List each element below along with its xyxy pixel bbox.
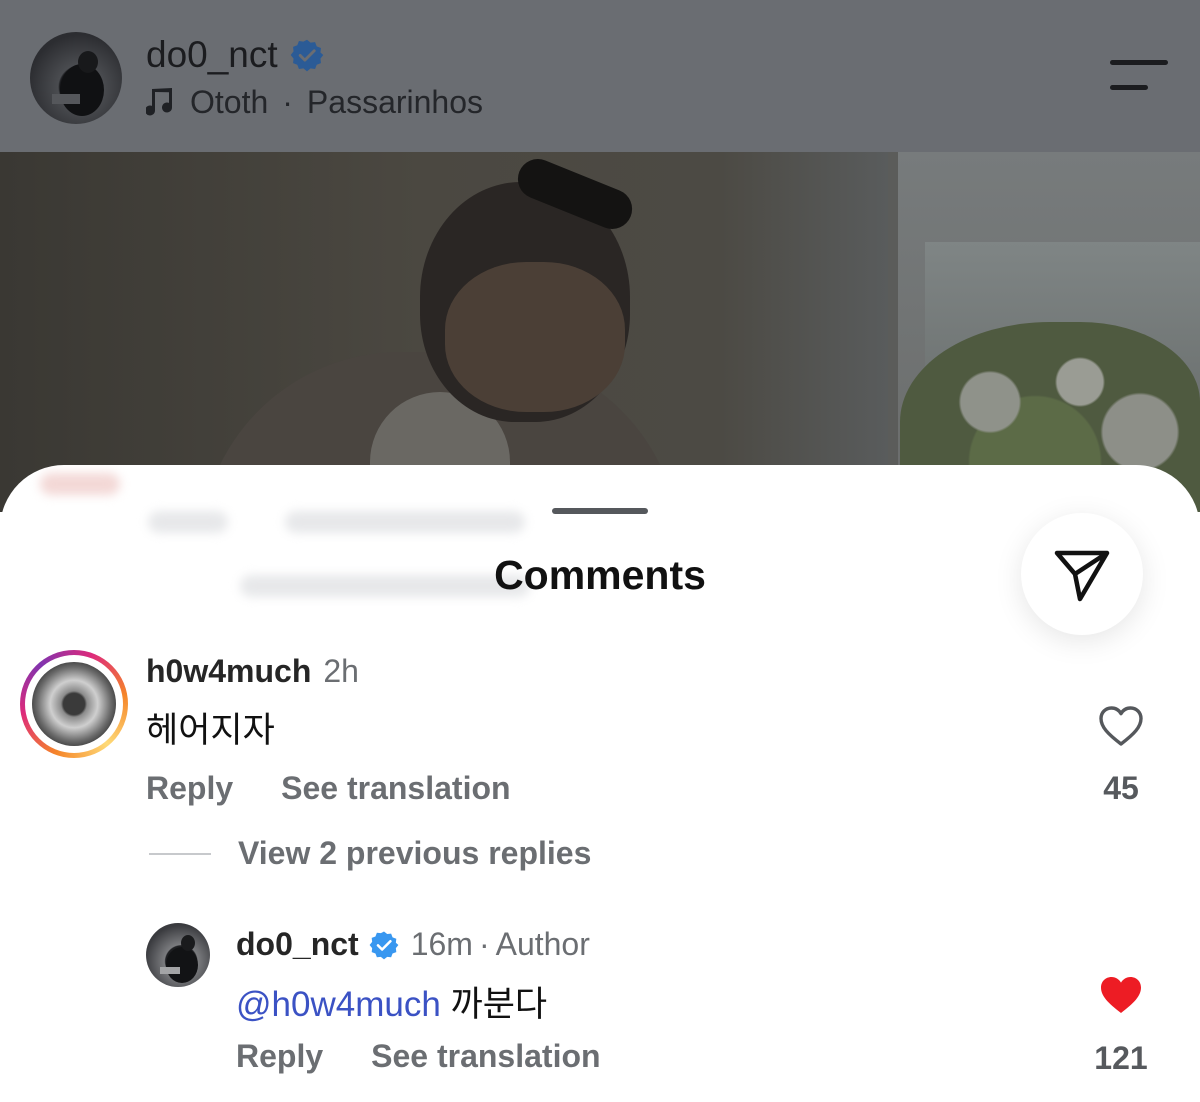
sheet-title: Comments bbox=[494, 552, 706, 598]
heart-outline-icon[interactable] bbox=[1098, 705, 1144, 747]
music-info[interactable]: Ototh · Passarinhos bbox=[146, 84, 483, 121]
reply-text: @h0w4much 까분다 bbox=[236, 976, 547, 1027]
post-header: do0_nct Ototh · Passarinhos bbox=[0, 0, 1200, 152]
music-note-icon bbox=[146, 87, 172, 115]
share-button[interactable] bbox=[1021, 513, 1143, 635]
reply-see-translation-button[interactable]: See translation bbox=[371, 1038, 600, 1075]
reply-username-row: do0_nct 16m · Author bbox=[236, 926, 590, 963]
menu-icon[interactable] bbox=[1110, 60, 1168, 90]
commenter-avatar[interactable] bbox=[20, 650, 128, 758]
reply-like-count: 121 bbox=[1094, 1040, 1148, 1076]
blurred-content bbox=[40, 473, 120, 495]
verified-badge-icon bbox=[290, 39, 323, 72]
post-photo bbox=[0, 152, 1200, 512]
replies-divider bbox=[149, 853, 211, 855]
music-separator: · bbox=[282, 84, 293, 120]
see-translation-button[interactable]: See translation bbox=[281, 770, 510, 807]
commenter-avatar-image bbox=[32, 662, 116, 746]
music-artist: Ototh bbox=[190, 84, 269, 120]
comment-text: 헤어지자 bbox=[146, 711, 275, 750]
person-hand bbox=[445, 262, 625, 412]
reply-username[interactable]: do0_nct bbox=[236, 926, 359, 963]
share-send-icon bbox=[1054, 550, 1110, 602]
like-count: 45 bbox=[1103, 770, 1139, 806]
comment-time: 2h bbox=[323, 653, 359, 689]
comment-username-row: h0w4much 2h bbox=[146, 653, 359, 690]
author-username[interactable]: do0_nct bbox=[146, 34, 324, 76]
comment-actions: Reply See translation bbox=[146, 770, 511, 807]
author-avatar[interactable] bbox=[30, 32, 122, 124]
sheet-grabber[interactable] bbox=[552, 508, 648, 514]
view-previous-replies-button[interactable]: View 2 previous replies bbox=[238, 835, 591, 872]
verified-badge-icon bbox=[369, 931, 399, 959]
reply-button[interactable]: Reply bbox=[146, 770, 233, 807]
reply-reply-button[interactable]: Reply bbox=[236, 1038, 323, 1075]
comments-sheet: Comments h0w4much 2h 헤어지자 Reply See tran… bbox=[0, 465, 1200, 1102]
blurred-content bbox=[285, 511, 525, 533]
reply-time: 16m bbox=[410, 926, 473, 962]
author-tag: Author bbox=[495, 926, 590, 962]
reply-mention[interactable]: @h0w4much bbox=[236, 985, 441, 1024]
comment-username[interactable]: h0w4much bbox=[146, 653, 311, 690]
reply-actions: Reply See translation bbox=[236, 1038, 601, 1075]
music-track: Passarinhos bbox=[306, 84, 484, 120]
reply-avatar[interactable] bbox=[146, 923, 210, 987]
reply-body: 까분다 bbox=[450, 985, 548, 1024]
author-username-text[interactable]: do0_nct bbox=[146, 34, 278, 76]
blurred-content bbox=[148, 511, 228, 533]
reply-separator: · bbox=[478, 926, 490, 962]
heart-filled-icon[interactable] bbox=[1098, 974, 1144, 1016]
